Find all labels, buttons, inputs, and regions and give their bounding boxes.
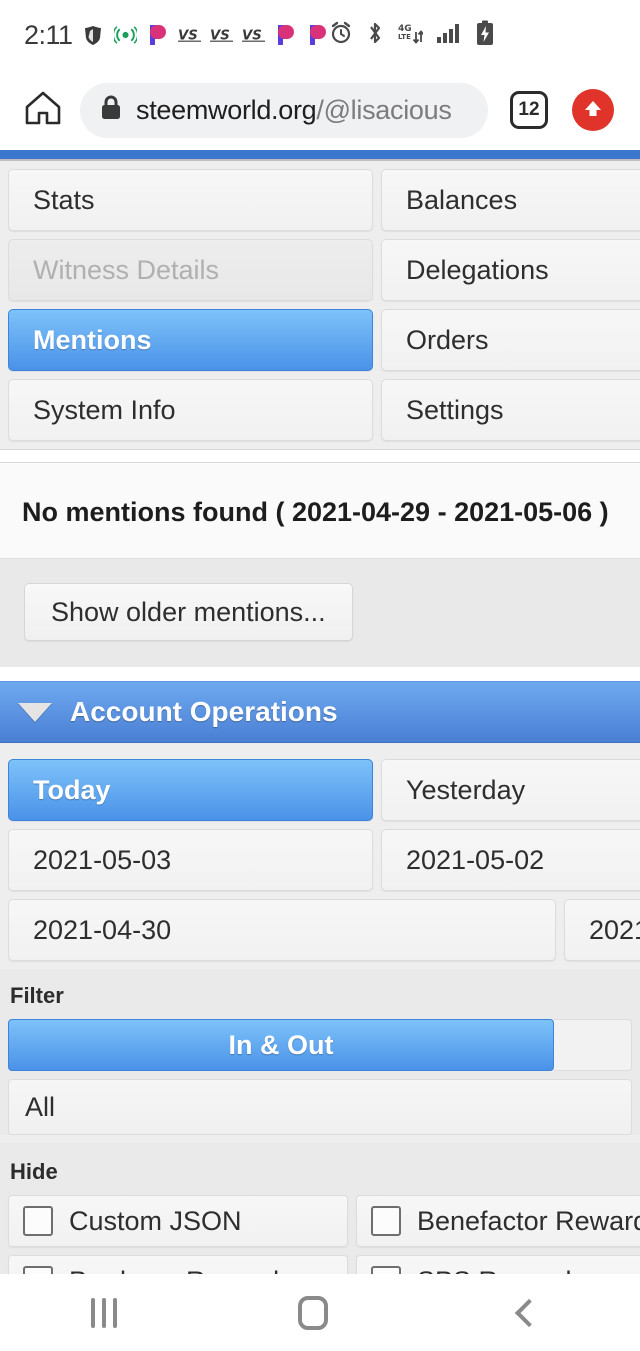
- show-older-mentions-button[interactable]: Show older mentions...: [24, 583, 353, 641]
- triangle-down-icon[interactable]: [18, 702, 52, 722]
- url-bar[interactable]: steemworld.org/@lisacious: [80, 82, 488, 138]
- signal-app-icon: [113, 24, 137, 47]
- tab-grid-row: Witness Details Delegations: [0, 239, 640, 309]
- android-navigation-bar: [0, 1274, 640, 1351]
- hide-benefactor-rewards-label: Benefactor Rewards: [417, 1205, 640, 1236]
- date-2021-04-30[interactable]: 2021-04-30: [8, 899, 556, 961]
- vs-app-icon: VS: [241, 24, 265, 47]
- filter-in-and-out[interactable]: In & Out: [8, 1019, 554, 1071]
- date-selector-grid: Today Yesterday 2021-05-03 2021-05-02 20…: [0, 743, 640, 969]
- date-today[interactable]: Today: [8, 759, 373, 821]
- filter-toggle-row: In & Out: [0, 1019, 640, 1079]
- checkbox-producer-rewards[interactable]: [23, 1266, 53, 1274]
- date-truncated[interactable]: 2021: [564, 899, 640, 961]
- tab-system-info[interactable]: System Info: [8, 379, 373, 441]
- date-row: 2021-05-03 2021-05-02: [0, 829, 640, 899]
- tab-mentions[interactable]: Mentions: [8, 309, 373, 371]
- filter-label: Filter: [10, 983, 64, 1008]
- tab-grid-row: Stats Balances: [0, 161, 640, 239]
- alarm-icon: [329, 21, 353, 50]
- back-chevron-icon: [515, 1298, 544, 1327]
- brave-icon: [82, 24, 105, 47]
- 4g-lte-data-icon: 4G LTE: [397, 21, 424, 50]
- presearch-icon: [146, 24, 169, 47]
- recent-apps-icon[interactable]: [90, 1297, 117, 1328]
- hide-row: Producer Rewards SPS Rewards: [0, 1255, 640, 1274]
- mentions-empty-message: No mentions found ( 2021-04-29 - 2021-05…: [22, 497, 609, 527]
- hide-custom-json-label: Custom JSON: [69, 1205, 242, 1236]
- cellular-signal-icon: [436, 21, 462, 50]
- tab-counter-button[interactable]: 12: [510, 91, 548, 129]
- checkbox-sps-rewards[interactable]: [371, 1266, 401, 1274]
- presearch-icon: [274, 24, 297, 47]
- date-yesterday[interactable]: Yesterday: [381, 759, 640, 821]
- mentions-footer: Show older mentions...: [0, 558, 640, 667]
- tab-grid-row: Mentions Orders: [0, 309, 640, 379]
- tab-settings[interactable]: Settings: [381, 379, 640, 441]
- webpage-viewport: Stats Balances Witness Details Delegatio…: [0, 150, 640, 1274]
- upvote-button[interactable]: [572, 89, 614, 131]
- hide-benefactor-rewards[interactable]: Benefactor Rewards: [356, 1195, 640, 1247]
- account-operations-header[interactable]: Account Operations: [0, 681, 640, 743]
- checkbox-benefactor-rewards[interactable]: [371, 1206, 401, 1236]
- back-button[interactable]: [509, 1298, 549, 1327]
- tab-witness-details: Witness Details: [8, 239, 373, 301]
- vs-app-icon: VS: [209, 24, 233, 47]
- upvote-arrow-icon: [581, 96, 605, 125]
- tab-count-label: 12: [518, 99, 540, 120]
- account-tab-grid: Stats Balances Witness Details Delegatio…: [0, 161, 640, 449]
- bluetooth-icon: [366, 21, 384, 50]
- hide-sps-rewards-label: SPS Rewards: [417, 1266, 585, 1275]
- home-square-icon[interactable]: [297, 1295, 328, 1330]
- status-bar-left: 2:11 VS VS VS: [0, 20, 329, 51]
- home-button[interactable]: [14, 89, 72, 132]
- tab-stats[interactable]: Stats: [8, 169, 373, 231]
- hide-row: Custom JSON Benefactor Rewards: [0, 1195, 640, 1255]
- lock-icon: [100, 95, 122, 126]
- date-2021-05-03[interactable]: 2021-05-03: [8, 829, 373, 891]
- hide-producer-rewards[interactable]: Producer Rewards: [8, 1255, 348, 1274]
- tab-balances[interactable]: Balances: [381, 169, 640, 231]
- home-icon: [23, 89, 63, 132]
- filter-section: Filter In & Out All: [0, 969, 640, 1135]
- status-bar-clock: 2:11: [24, 19, 73, 50]
- vs-app-icon: VS: [177, 24, 201, 47]
- section-spacer: [0, 667, 640, 681]
- date-row: 2021-04-30 2021: [0, 899, 640, 969]
- presearch-icon: [306, 24, 329, 47]
- account-operations-title: Account Operations: [70, 696, 338, 727]
- date-2021-05-02[interactable]: 2021-05-02: [381, 829, 640, 891]
- hide-section: Hide Custom JSON Benefactor Rewards Prod…: [0, 1143, 640, 1274]
- url-path: /@lisacious: [316, 94, 452, 125]
- url-text: steemworld.org/@lisacious: [136, 95, 452, 126]
- mentions-panel: No mentions found ( 2021-04-29 - 2021-05…: [0, 463, 640, 667]
- browser-toolbar: steemworld.org/@lisacious 12: [0, 70, 640, 150]
- status-bar: 2:11 VS VS VS 4G LTE: [0, 0, 640, 70]
- section-divider: [0, 449, 640, 463]
- tab-grid-row: System Info Settings: [0, 379, 640, 449]
- svg-text:LTE: LTE: [398, 33, 411, 41]
- tab-delegations[interactable]: Delegations: [381, 239, 640, 301]
- tab-orders[interactable]: Orders: [381, 309, 640, 371]
- hide-custom-json[interactable]: Custom JSON: [8, 1195, 348, 1247]
- status-bar-right: 4G LTE: [329, 20, 640, 51]
- date-row: Today Yesterday: [0, 751, 640, 829]
- filter-all[interactable]: All: [8, 1079, 632, 1135]
- phone-screen: 2:11 VS VS VS 4G LTE steemworld.org/@lis…: [0, 0, 640, 1351]
- battery-charging-icon: [475, 20, 495, 51]
- checkbox-custom-json[interactable]: [23, 1206, 53, 1236]
- page-header-bar: [0, 150, 640, 161]
- url-domain: steemworld.org: [136, 94, 317, 125]
- filter-toggle-remainder[interactable]: [554, 1019, 632, 1071]
- hide-sps-rewards[interactable]: SPS Rewards: [356, 1255, 640, 1274]
- hide-label: Hide: [10, 1159, 58, 1184]
- hide-producer-rewards-label: Producer Rewards: [69, 1266, 293, 1275]
